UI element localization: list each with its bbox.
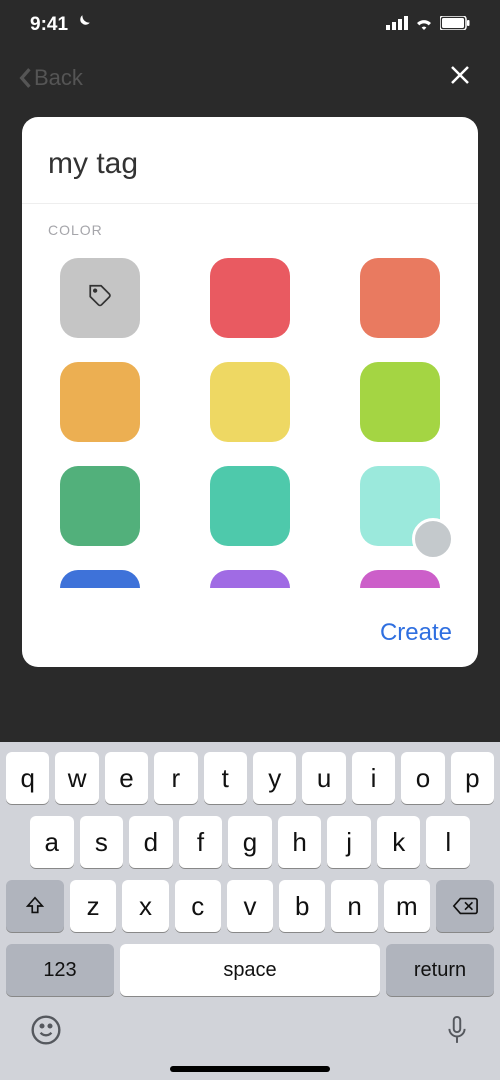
color-swatch-lime[interactable]: [360, 362, 440, 442]
key-h[interactable]: h: [278, 816, 322, 868]
key-q[interactable]: q: [6, 752, 49, 804]
color-swatch-grid: [48, 258, 452, 599]
key-f[interactable]: f: [179, 816, 223, 868]
battery-icon: [440, 14, 470, 36]
key-w[interactable]: w: [55, 752, 98, 804]
tag-name-input[interactable]: [48, 147, 452, 191]
key-d[interactable]: d: [129, 816, 173, 868]
color-swatch-teal[interactable]: [210, 466, 290, 546]
color-swatch-purple[interactable]: [210, 570, 290, 588]
keyboard: q w e r t y u i o p a s d f g h j k l z …: [0, 742, 500, 1080]
key-t[interactable]: t: [204, 752, 247, 804]
key-123[interactable]: 123: [6, 944, 114, 996]
divider: [22, 203, 478, 204]
touch-indicator: [412, 518, 452, 560]
key-l[interactable]: l: [426, 816, 470, 868]
color-swatch-red[interactable]: [210, 258, 290, 338]
create-tag-modal: COLOR Create: [22, 117, 478, 667]
status-time: 9:41: [30, 14, 68, 36]
color-swatch-coral[interactable]: [360, 258, 440, 338]
close-icon[interactable]: [448, 61, 472, 95]
key-o[interactable]: o: [401, 752, 444, 804]
key-p[interactable]: p: [451, 752, 494, 804]
color-swatch-orange[interactable]: [60, 362, 140, 442]
color-swatch-pink[interactable]: [360, 570, 440, 588]
key-e[interactable]: e: [105, 752, 148, 804]
status-bar: 9:41: [0, 0, 500, 50]
key-y[interactable]: y: [253, 752, 296, 804]
key-i[interactable]: i: [352, 752, 395, 804]
tag-icon: [87, 283, 113, 314]
cell-signal-icon: [386, 14, 408, 36]
key-j[interactable]: j: [327, 816, 371, 868]
color-section-label: COLOR: [48, 222, 452, 238]
wifi-icon: [414, 14, 434, 36]
color-swatch-mint[interactable]: [360, 466, 440, 546]
color-swatch-yellow[interactable]: [210, 362, 290, 442]
key-backspace[interactable]: [436, 880, 494, 932]
key-s[interactable]: s: [80, 816, 124, 868]
key-c[interactable]: c: [175, 880, 221, 932]
color-swatch-gray[interactable]: [60, 258, 140, 338]
key-z[interactable]: z: [70, 880, 116, 932]
emoji-icon[interactable]: [30, 1014, 62, 1056]
key-shift[interactable]: [6, 880, 64, 932]
dimmed-header: Back: [0, 50, 500, 105]
key-u[interactable]: u: [302, 752, 345, 804]
back-button: Back: [18, 65, 83, 91]
dnd-moon-icon: [74, 13, 92, 37]
key-a[interactable]: a: [30, 816, 74, 868]
key-v[interactable]: v: [227, 880, 273, 932]
key-b[interactable]: b: [279, 880, 325, 932]
key-return[interactable]: return: [386, 944, 494, 996]
key-k[interactable]: k: [377, 816, 421, 868]
back-label: Back: [34, 65, 83, 91]
key-n[interactable]: n: [331, 880, 377, 932]
key-x[interactable]: x: [122, 880, 168, 932]
mic-icon[interactable]: [444, 1014, 470, 1056]
key-space[interactable]: space: [120, 944, 380, 996]
key-m[interactable]: m: [384, 880, 430, 932]
create-button[interactable]: Create: [380, 619, 452, 647]
color-swatch-blue[interactable]: [60, 570, 140, 588]
color-swatch-green[interactable]: [60, 466, 140, 546]
key-g[interactable]: g: [228, 816, 272, 868]
home-indicator[interactable]: [170, 1066, 330, 1072]
key-r[interactable]: r: [154, 752, 197, 804]
